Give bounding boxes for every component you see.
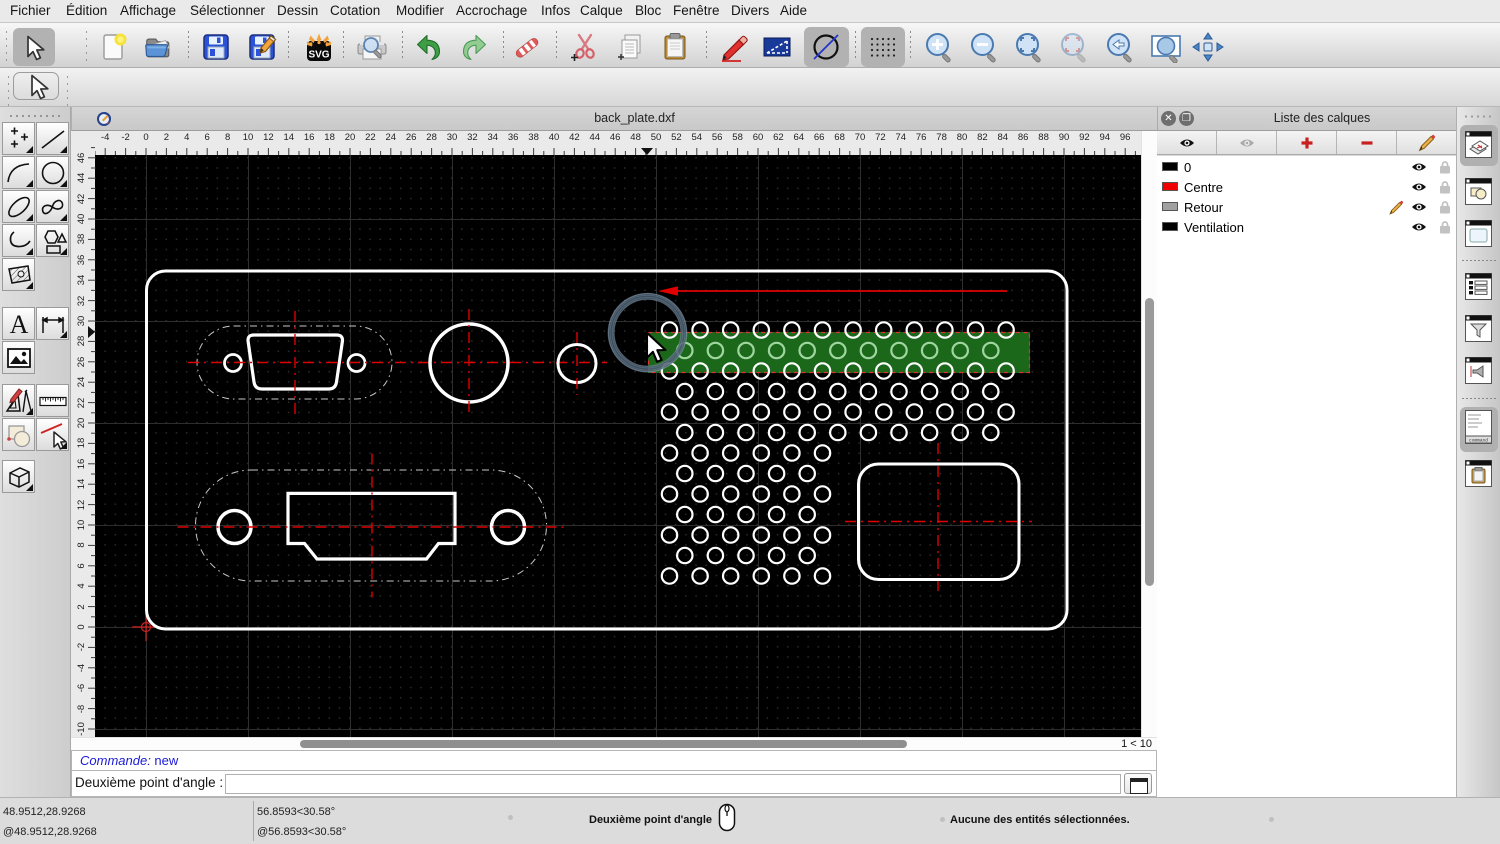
svg-text:SVG: SVG <box>308 49 329 60</box>
svg-text:command: command <box>1469 438 1488 444</box>
svg-text:A: A <box>9 310 28 339</box>
